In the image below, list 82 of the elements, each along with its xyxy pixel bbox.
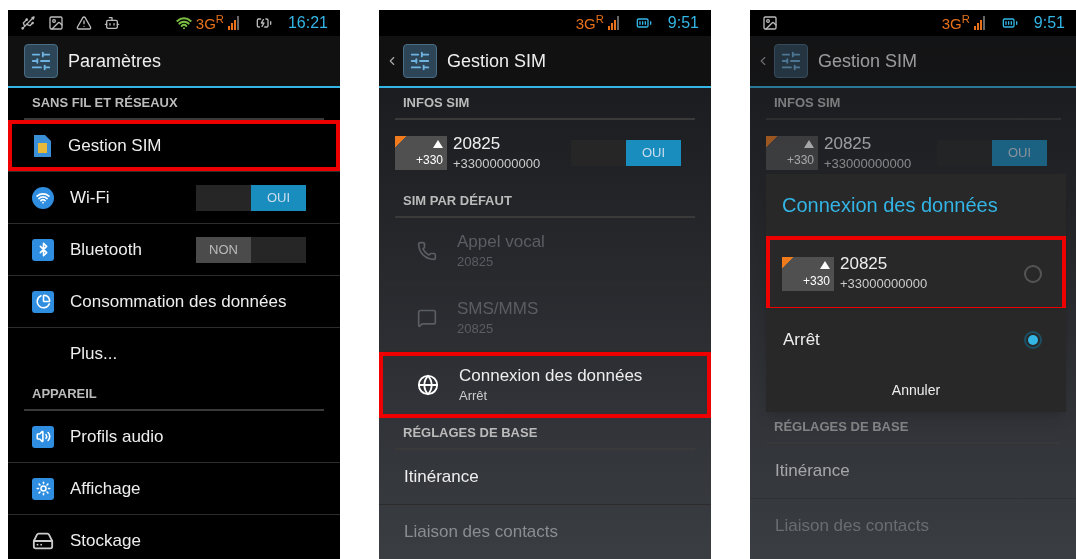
sim-row[interactable]: +330 20825 +33000000000 OUI: [379, 120, 711, 186]
triangle-icon: [820, 260, 830, 269]
radio-button[interactable]: [1024, 330, 1042, 349]
setting-label: Affichage: [70, 477, 141, 500]
robot-icon: [104, 15, 120, 31]
settings-icon[interactable]: [774, 44, 808, 78]
clock-time: 9:51: [1033, 13, 1065, 33]
settings-row[interactable]: Profils audio: [8, 411, 340, 462]
sim-number: +33000000000: [840, 275, 928, 294]
phone-icon: [417, 241, 437, 261]
pie-chart-icon: [32, 290, 54, 313]
clock-time: 16:21: [287, 13, 328, 33]
screen-title: Gestion SIM: [818, 49, 918, 73]
chat-bubble-icon: [417, 308, 437, 328]
settings-row[interactable]: Plus...: [8, 328, 340, 379]
globe-icon: [417, 374, 439, 396]
setting-label: Connexion des données: [459, 364, 643, 386]
sim-number: +33000000000: [453, 154, 541, 173]
sim-number: +33000000000: [824, 154, 912, 173]
settings-icon[interactable]: [403, 44, 437, 78]
triangle-icon: [433, 140, 443, 148]
settings-row[interactable]: Stockage: [8, 515, 340, 559]
sim-badge-label: +330: [415, 154, 443, 166]
section-header: SANS FIL ET RÉSEAUX: [31, 93, 178, 112]
dialog-option[interactable]: +330 20825 +33000000000: [766, 236, 1066, 308]
signal-bars-icon: [607, 16, 620, 30]
sim-name: 20825: [453, 132, 502, 154]
network-type: 3G$^{R}$: [195, 15, 224, 31]
screen-title: Gestion SIM: [447, 49, 547, 73]
warning-icon: [76, 15, 92, 31]
sim-badge-label: +330: [802, 274, 830, 287]
signal-bars-icon: [973, 16, 986, 30]
setting-label: Itinérance: [404, 466, 479, 489]
speaker-icon: [32, 425, 54, 448]
setting-label: Plus...: [70, 342, 118, 365]
settings-row[interactable]: Wi-Fi OUI: [8, 172, 340, 223]
sim-badge-label: +330: [786, 154, 814, 166]
usb-icon: [20, 15, 36, 31]
radio-button[interactable]: [1024, 264, 1042, 283]
setting-label: Bluetooth: [70, 238, 142, 261]
image-icon: [762, 15, 778, 31]
sim-name: 20825: [824, 132, 873, 154]
setting-label: Gestion SIM: [68, 134, 162, 157]
settings-row[interactable]: Itinérance: [750, 444, 1076, 498]
sim-row[interactable]: +330 20825 +33000000000 OUI: [750, 120, 1076, 186]
section-header: INFOS SIM: [402, 93, 470, 112]
section-header: APPAREIL: [31, 384, 97, 403]
clock-time: 9:51: [667, 13, 699, 33]
settings-row[interactable]: Consommation des données: [8, 276, 340, 327]
sim-card-icon: [32, 133, 52, 158]
brightness-icon: [32, 477, 54, 500]
setting-label: Profils audio: [70, 425, 164, 448]
sim-name: 20825: [840, 253, 889, 275]
signal-bars-icon: [227, 16, 240, 30]
section-header: RÉGLAGES DE BASE: [402, 423, 538, 442]
network-type: 3G$^{R}$: [575, 15, 604, 31]
settings-row[interactable]: Gestion SIM: [8, 120, 340, 171]
settings-row[interactable]: Bluetooth NON: [8, 224, 340, 275]
dialog-title: Connexion des données: [782, 193, 998, 218]
section-header: INFOS SIM: [773, 93, 841, 112]
triangle-icon: [804, 140, 814, 148]
network-type: 3G$^{R}$: [941, 15, 970, 31]
settings-row[interactable]: Itinérance: [379, 450, 711, 504]
settings-row[interactable]: Connexion des données Arrêt: [379, 352, 711, 418]
wifi-icon: [32, 186, 54, 209]
dialog-option[interactable]: Arrêt: [766, 308, 1066, 368]
section-header: RÉGLAGES DE BASE: [773, 417, 909, 436]
setting-label: Liaison des contacts: [404, 521, 559, 544]
image-icon: [48, 15, 64, 31]
settings-icon[interactable]: [24, 44, 58, 78]
screen-title: Paramètres: [68, 49, 162, 73]
setting-label: Wi-Fi: [70, 186, 110, 209]
setting-summary: Arrêt: [459, 386, 489, 405]
bluetooth-icon: [32, 238, 54, 261]
cancel-button[interactable]: Annuler: [766, 368, 1066, 412]
setting-label: Stockage: [70, 529, 141, 552]
settings-row[interactable]: Affichage: [8, 463, 340, 514]
section-header: SIM PAR DÉFAUT: [402, 191, 512, 210]
setting-label: Consommation des données: [70, 290, 287, 313]
option-label: Arrêt: [783, 328, 820, 351]
setting-label: Itinérance: [775, 460, 850, 483]
toggle-switch[interactable]: NON: [196, 236, 306, 263]
